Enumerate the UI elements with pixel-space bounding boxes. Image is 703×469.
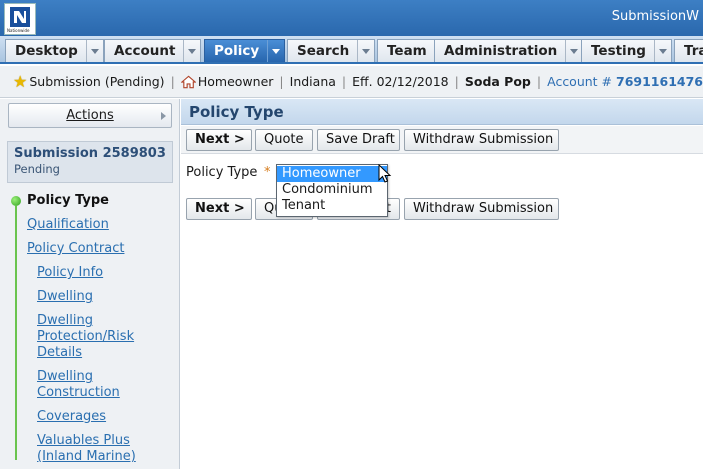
quote-button[interactable]: Quote xyxy=(255,129,313,151)
tab-search-menu-icon[interactable] xyxy=(357,40,374,62)
state-text: Indiana xyxy=(289,74,336,89)
tab-desktop[interactable]: Desktop xyxy=(5,39,104,62)
bottom-toolbar: Next > Qu t Withdraw Submission xyxy=(181,195,703,223)
submission-status: Pending xyxy=(14,162,60,176)
nav-item-dwelling-construction[interactable]: Dwelling Construction xyxy=(37,369,137,401)
chevron-right-icon xyxy=(161,112,166,120)
tab-team-label[interactable]: Team xyxy=(378,40,435,62)
option-homeowner[interactable]: Homeowner xyxy=(277,166,387,182)
submission-status-text: Submission (Pending) xyxy=(29,74,165,89)
submission-title: Submission 2589803 xyxy=(14,146,166,161)
submission-info-bar: ★ Submission (Pending) | Homeowner | Ind… xyxy=(0,66,703,98)
account-link[interactable]: Account # 7691161476 xyxy=(547,74,703,89)
page-title: Policy Type xyxy=(189,103,284,121)
tab-testing[interactable]: Testing xyxy=(581,39,672,62)
option-condominium[interactable]: Condominium xyxy=(277,182,387,198)
tab-tra[interactable]: Tra xyxy=(674,39,703,62)
tab-tra-label[interactable]: Tra xyxy=(675,40,703,62)
nav-item-dwelling[interactable]: Dwelling xyxy=(37,289,93,305)
nav-item-dwelling-protection[interactable]: Dwelling Protection/Risk Details xyxy=(37,313,157,361)
next-button[interactable]: Next > xyxy=(186,129,252,151)
effective-date-text: Eff. 02/12/2018 xyxy=(352,74,449,89)
divider: | xyxy=(536,74,542,89)
next-button-bottom[interactable]: Next > xyxy=(186,198,252,220)
logo-text: Nationwide xyxy=(7,28,30,33)
tab-team[interactable]: Team xyxy=(377,39,436,62)
policy-type-label: Policy Type xyxy=(186,165,258,180)
tab-account-label[interactable]: Account xyxy=(105,40,183,62)
tab-policy-menu-icon[interactable] xyxy=(267,40,284,62)
sidebar: Actions Submission 2589803 Pending Polic… xyxy=(0,99,180,469)
tab-search-label[interactable]: Search xyxy=(288,40,357,62)
nav-item-qualification[interactable]: Qualification xyxy=(27,217,109,233)
current-step-icon xyxy=(11,196,21,206)
insured-name: Soda Pop xyxy=(464,74,531,89)
title-bar: Nationwide SubmissionW xyxy=(0,0,703,36)
nav-item-coverages[interactable]: Coverages xyxy=(37,409,106,425)
window-title: SubmissionW xyxy=(611,9,699,24)
withdraw-submission-button-bottom[interactable]: Withdraw Submission xyxy=(404,198,559,220)
tab-desktop-menu-icon[interactable] xyxy=(85,40,103,62)
nav-item-policy-info[interactable]: Policy Info xyxy=(37,265,103,281)
mouse-pointer-icon xyxy=(378,164,392,183)
divider: | xyxy=(341,74,347,89)
main-panel: Policy Type Next > Quote Save Draft With… xyxy=(181,99,703,469)
page-title-bar: Policy Type xyxy=(181,99,703,125)
account-number[interactable]: 7691161476 xyxy=(616,74,703,89)
actions-label[interactable]: Actions xyxy=(66,108,114,123)
nav-item-policy-type[interactable]: Policy Type xyxy=(27,193,109,209)
submission-summary: Submission 2589803 Pending xyxy=(7,141,173,183)
nav-item-policy-contract[interactable]: Policy Contract xyxy=(27,241,124,257)
tab-search[interactable]: Search xyxy=(287,39,376,62)
tab-administration[interactable]: Administration xyxy=(434,39,584,62)
divider: | xyxy=(279,74,284,89)
divider: | xyxy=(170,74,175,89)
required-marker: * xyxy=(264,165,271,180)
top-toolbar: Next > Quote Save Draft Withdraw Submiss… xyxy=(181,126,703,154)
nationwide-logo: Nationwide xyxy=(4,3,36,35)
tab-testing-menu-icon[interactable] xyxy=(653,40,671,62)
tab-desktop-label[interactable]: Desktop xyxy=(6,40,86,62)
tab-administration-menu-icon[interactable] xyxy=(565,40,582,62)
policy-type-dropdown-list[interactable]: Homeowner Condominium Tenant xyxy=(276,164,388,217)
favorite-star-icon[interactable]: ★ xyxy=(13,72,27,91)
divider: | xyxy=(454,74,459,89)
tab-administration-label[interactable]: Administration xyxy=(435,40,565,62)
save-draft-button[interactable]: Save Draft xyxy=(317,129,400,151)
home-icon xyxy=(180,75,196,88)
tab-policy[interactable]: Policy xyxy=(204,39,286,62)
main-tab-bar: Desktop Account Policy Search Team Admin… xyxy=(0,36,703,64)
tab-account-menu-icon[interactable] xyxy=(183,40,200,62)
actions-button[interactable]: Actions xyxy=(8,103,172,128)
option-tenant[interactable]: Tenant xyxy=(277,198,387,214)
account-label[interactable]: Account # xyxy=(547,74,612,89)
progress-line xyxy=(15,206,17,460)
product-text: Homeowner xyxy=(197,74,274,89)
withdraw-submission-button[interactable]: Withdraw Submission xyxy=(404,129,559,151)
tab-account[interactable]: Account xyxy=(104,39,202,62)
nav-item-valuables-plus[interactable]: Valuables Plus (Inland Marine) xyxy=(37,433,147,465)
tab-policy-label[interactable]: Policy xyxy=(205,40,267,62)
tab-testing-label[interactable]: Testing xyxy=(582,40,654,62)
